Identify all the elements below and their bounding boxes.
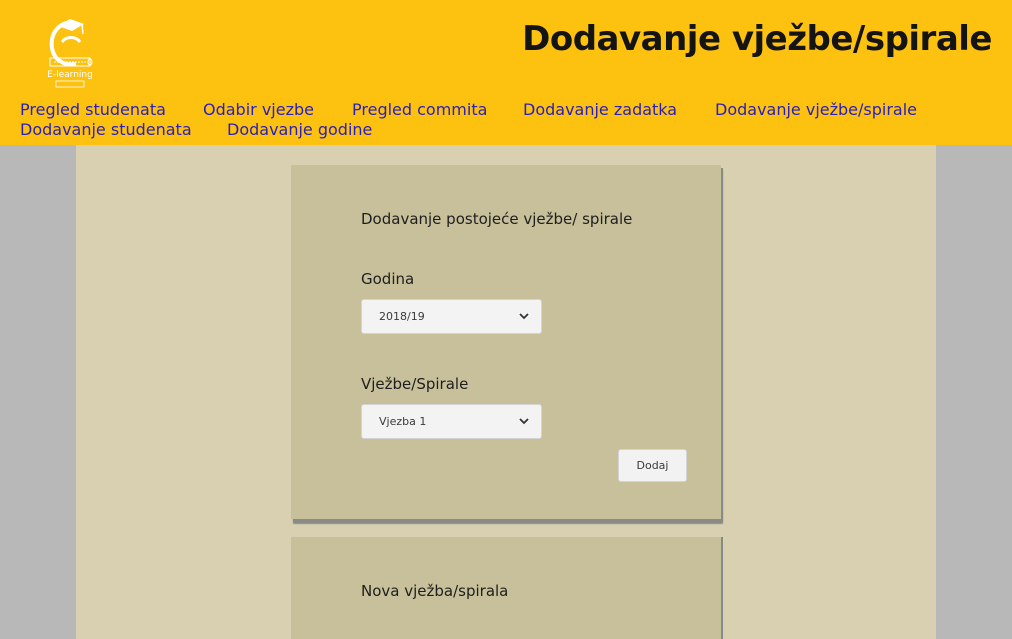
year-select-value: 2018/19 xyxy=(379,310,425,323)
year-select[interactable]: 2018/19 xyxy=(361,299,542,334)
nav-link-odabir-vjezbe[interactable]: Odabir vjezbe xyxy=(203,100,314,120)
exercise-select[interactable]: Vjezba 1 xyxy=(361,404,542,439)
main-content: Dodavanje postojeće vježbe/ spirale Godi… xyxy=(76,145,936,639)
nav-link-dodavanje-godine[interactable]: Dodavanje godine xyxy=(227,120,372,140)
nav-link-dodavanje-studenata[interactable]: Dodavanje studenata xyxy=(20,120,192,140)
existing-exercise-card: Dodavanje postojeće vježbe/ spirale Godi… xyxy=(291,165,721,519)
nav-link-dodavanje-vjezbe[interactable]: Dodavanje vježbe/spirale xyxy=(715,100,917,120)
chevron-down-icon xyxy=(519,313,529,320)
existing-exercise-heading: Dodavanje postojeće vježbe/ spirale xyxy=(361,210,633,228)
add-button[interactable]: Dodaj xyxy=(618,449,687,482)
exercise-select-value: Vjezba 1 xyxy=(379,415,427,428)
nav-link-pregled-commita[interactable]: Pregled commita xyxy=(352,100,487,120)
elearning-logo-icon[interactable]: E-learning xyxy=(44,14,96,90)
nav-link-dodavanje-zadatka[interactable]: Dodavanje zadatka xyxy=(523,100,677,120)
new-exercise-heading: Nova vježba/spirala xyxy=(361,582,509,600)
page-title: Dodavanje vježbe/spirale xyxy=(522,19,992,59)
chevron-down-icon xyxy=(519,418,529,425)
nav-link-pregled-studenata[interactable]: Pregled studenata xyxy=(20,100,166,120)
logo-text: E-learning xyxy=(47,70,93,80)
exercise-label: Vježbe/Spirale xyxy=(361,375,469,393)
new-exercise-card: Nova vježba/spirala xyxy=(291,537,721,639)
header: E-learning Dodavanje vježbe/spirale Preg… xyxy=(0,0,1012,145)
year-label: Godina xyxy=(361,270,415,288)
